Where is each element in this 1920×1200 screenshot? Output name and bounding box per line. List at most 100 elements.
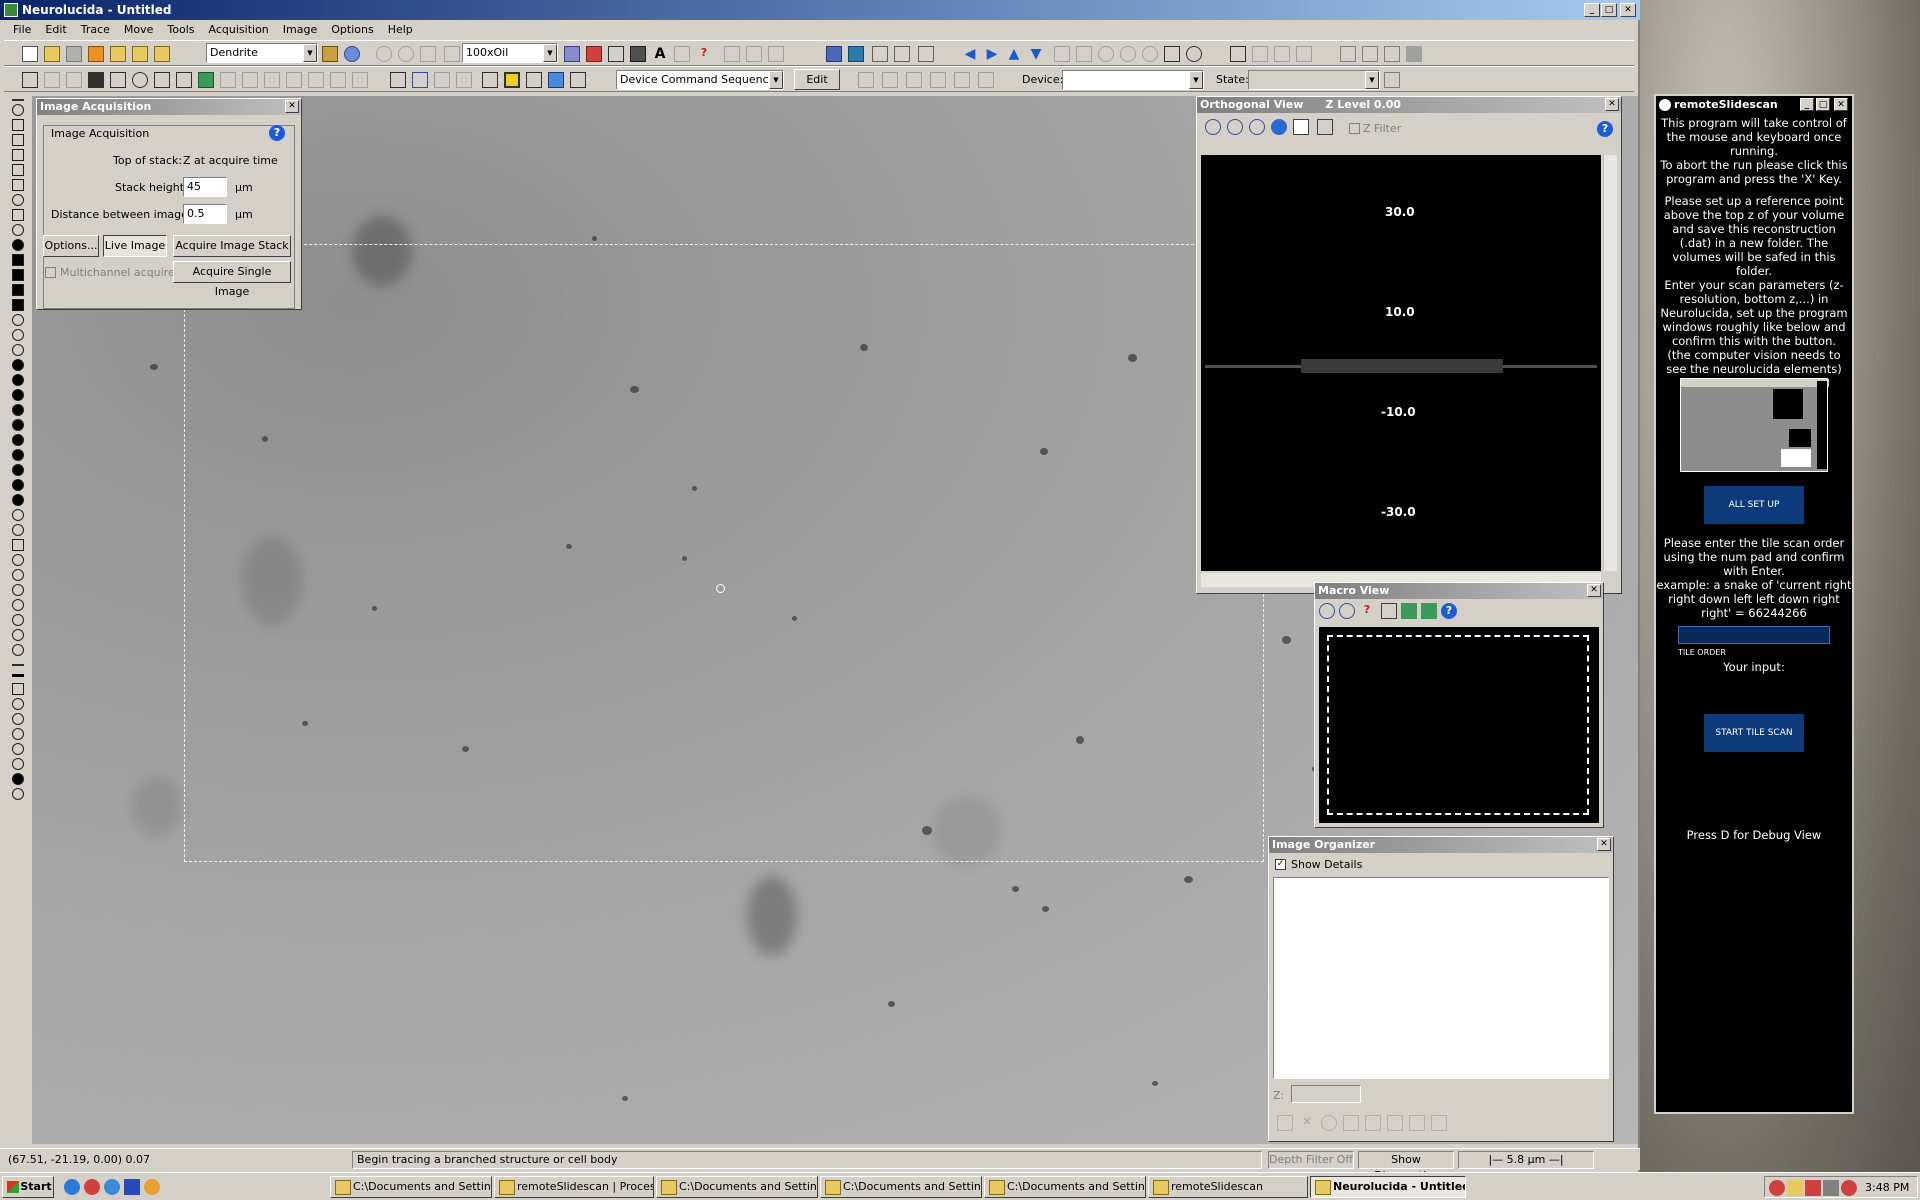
- tile-order-input[interactable]: [1678, 626, 1830, 644]
- marker-number-3-icon[interactable]: [12, 389, 24, 401]
- marker-triangle-icon[interactable]: [12, 149, 24, 161]
- frame-icon[interactable]: [1381, 603, 1397, 619]
- marker-spiky-icon[interactable]: [12, 599, 24, 611]
- marker-person-icon[interactable]: [12, 713, 24, 725]
- marker-number-9-icon[interactable]: [12, 479, 24, 491]
- zoom-fit-icon[interactable]: [1249, 119, 1265, 135]
- marker-filled-triangle-down-icon[interactable]: [12, 269, 24, 281]
- delete-icon[interactable]: ✕: [1299, 1115, 1315, 1131]
- marker-filled-triangle-icon[interactable]: [12, 254, 24, 266]
- marker-star-six-icon[interactable]: [12, 758, 24, 770]
- help-icon[interactable]: ?: [269, 125, 285, 141]
- distance-input[interactable]: 0.5: [183, 204, 227, 224]
- marker-filled-diamond-icon[interactable]: [12, 299, 24, 311]
- zoom-in-icon[interactable]: [1205, 119, 1221, 135]
- monitor-icon[interactable]: [110, 72, 126, 88]
- cursor-icon[interactable]: [724, 46, 740, 62]
- mask-icon[interactable]: [434, 72, 450, 88]
- layout-1-icon[interactable]: [1252, 46, 1268, 62]
- stage-icon[interactable]: [1401, 603, 1417, 619]
- minimize-button[interactable]: _: [1800, 98, 1814, 111]
- help-icon[interactable]: ?: [1441, 603, 1457, 619]
- panel-1-icon[interactable]: [1340, 46, 1356, 62]
- z-filter-checkbox[interactable]: [1349, 123, 1360, 134]
- taskbar-item[interactable]: C:\Documents and Settin...: [330, 1176, 492, 1198]
- undo-icon[interactable]: [376, 46, 392, 62]
- text-cursor-icon[interactable]: [482, 72, 498, 88]
- eye-icon[interactable]: [1277, 1115, 1293, 1131]
- maximize-button[interactable]: □: [1601, 3, 1617, 17]
- zoom-out-icon[interactable]: [1339, 603, 1355, 619]
- taskbar-item-active[interactable]: Neurolucida - Untitled: [1310, 1176, 1466, 1198]
- marker-spiral-icon[interactable]: [12, 698, 24, 710]
- move-up-icon[interactable]: [1343, 1115, 1359, 1131]
- tool-f-icon[interactable]: [330, 72, 346, 88]
- marker-diamond-icon[interactable]: [12, 209, 24, 221]
- help-icon[interactable]: ?: [1597, 121, 1613, 137]
- stage-5-icon[interactable]: [954, 72, 970, 88]
- menu-image[interactable]: Image: [276, 23, 324, 36]
- save-icon[interactable]: [1431, 1115, 1447, 1131]
- menu-move[interactable]: Move: [117, 23, 161, 36]
- marker-flake-icon[interactable]: [12, 629, 24, 641]
- z-input[interactable]: [1291, 1085, 1361, 1103]
- channel-icon[interactable]: [570, 72, 586, 88]
- focus-icon[interactable]: [132, 72, 148, 88]
- marker-number-4-icon[interactable]: [12, 404, 24, 416]
- marker-square-icon[interactable]: [12, 179, 24, 191]
- yz-view-icon[interactable]: [1317, 119, 1333, 135]
- marker-sparkle-icon[interactable]: [12, 569, 24, 581]
- chrome-icon[interactable]: [144, 1179, 160, 1195]
- tray-icon[interactable]: [1769, 1180, 1785, 1196]
- tray-icon[interactable]: [1805, 1180, 1821, 1196]
- tool-d-icon[interactable]: [286, 72, 302, 88]
- marker-compass-icon[interactable]: [12, 554, 24, 566]
- image-adjust-icon[interactable]: [548, 72, 564, 88]
- marker-arrow-bold-icon[interactable]: [12, 674, 24, 677]
- grid-icon[interactable]: [1387, 1115, 1403, 1131]
- macro-canvas[interactable]: [1319, 627, 1599, 823]
- whats-this-icon[interactable]: ?: [696, 46, 712, 62]
- layout-3-icon[interactable]: [1296, 46, 1312, 62]
- open-recent-icon[interactable]: [154, 46, 170, 62]
- new-file-icon[interactable]: [22, 46, 38, 62]
- panel-3-icon[interactable]: [1384, 46, 1400, 62]
- overlay-icon[interactable]: [412, 72, 428, 88]
- text-tool-icon[interactable]: A: [652, 46, 668, 62]
- marker-outline-star-icon[interactable]: [12, 614, 24, 626]
- marker-number-5-icon[interactable]: [12, 419, 24, 431]
- redo-icon[interactable]: [398, 46, 414, 62]
- snap-icon[interactable]: [66, 72, 82, 88]
- explorer-quicklaunch-icon[interactable]: [104, 1179, 120, 1195]
- marker-crosshair-icon[interactable]: [12, 644, 24, 656]
- window-titlebar[interactable]: Neurolucida - Untitled _ □ ✕: [0, 0, 1640, 20]
- settings-icon[interactable]: [1321, 1115, 1337, 1131]
- search-icon[interactable]: [1409, 1115, 1425, 1131]
- taskbar-item[interactable]: C:\Documents and Settin...: [820, 1176, 982, 1198]
- camera-icon[interactable]: [22, 72, 38, 88]
- device-command-select[interactable]: Device Command Sequence ▼: [616, 70, 784, 90]
- tool-c-icon[interactable]: [264, 72, 280, 88]
- tracing-type-select[interactable]: Dendrite ▼: [206, 43, 318, 63]
- menu-edit[interactable]: Edit: [38, 23, 73, 36]
- menu-acquisition[interactable]: Acquisition: [202, 23, 276, 36]
- menu-options[interactable]: Options: [324, 23, 380, 36]
- stage-4-icon[interactable]: [930, 72, 946, 88]
- layers-icon[interactable]: [564, 46, 580, 62]
- minimize-button[interactable]: _: [1584, 3, 1600, 17]
- panel-title[interactable]: Macro View ✕: [1315, 583, 1603, 599]
- list-icon[interactable]: [872, 46, 888, 62]
- xz-view-icon[interactable]: [1293, 119, 1309, 135]
- app-quicklaunch-icon[interactable]: [84, 1179, 100, 1195]
- taskbar-item[interactable]: remoteSlidescan: [1148, 1176, 1308, 1198]
- device-select[interactable]: ▼: [1062, 70, 1204, 90]
- brightness-icon[interactable]: [526, 72, 542, 88]
- marker-number-7-icon[interactable]: [12, 449, 24, 461]
- tool-a-icon[interactable]: [220, 72, 236, 88]
- image-view-icon[interactable]: [826, 46, 842, 62]
- zoom-region-icon[interactable]: [1054, 46, 1070, 62]
- color-icon[interactable]: [504, 72, 520, 88]
- ie-icon[interactable]: [64, 1179, 80, 1195]
- tray-icon[interactable]: [1841, 1180, 1857, 1196]
- close-icon[interactable]: ✕: [285, 100, 299, 113]
